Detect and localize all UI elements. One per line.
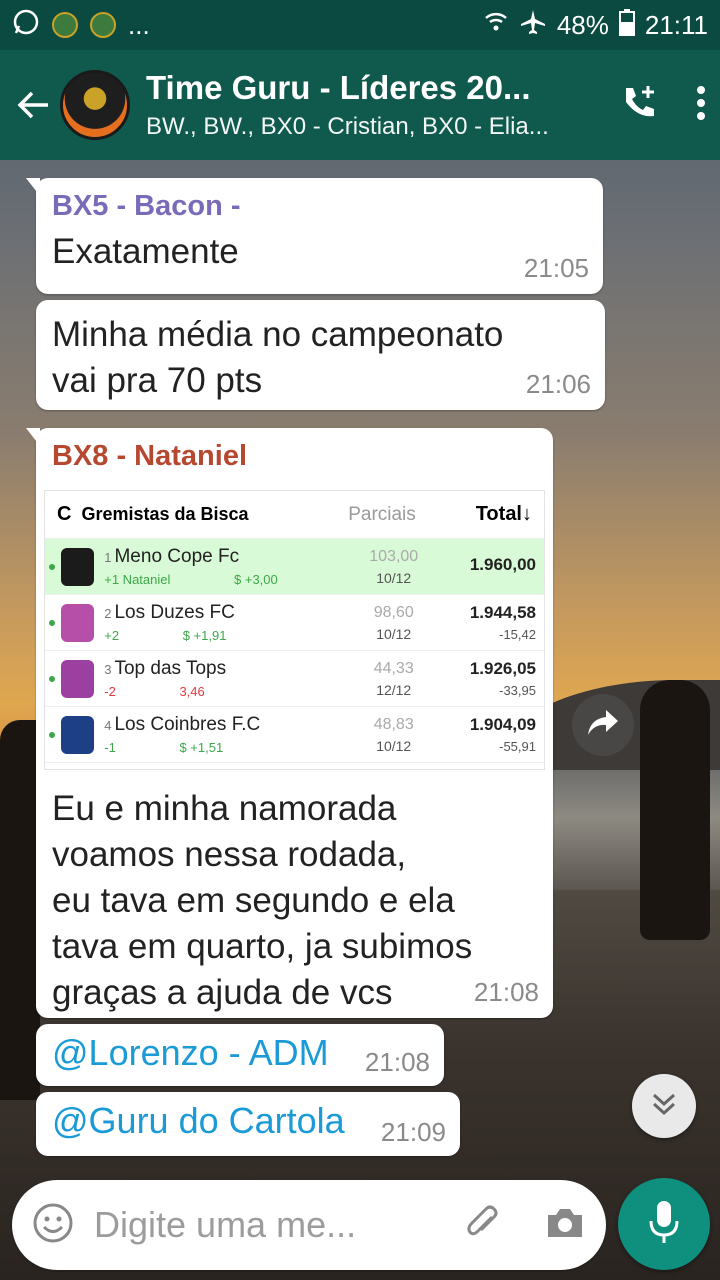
team-shield-icon [60, 659, 95, 698]
team-shield-icon [60, 715, 95, 754]
team-total: 1.904,09 [469, 715, 536, 734]
message-bubble[interactable]: BX5 - Bacon - Exatamente 21:05 [26, 178, 603, 294]
mention-link[interactable]: @Lorenzo - ADM [52, 1032, 329, 1073]
clock: 21:11 [644, 9, 708, 40]
players-played: 10/12 [376, 737, 412, 754]
team-value-delta: $ +1,51 [179, 740, 224, 755]
team-parcial: 98,60 [373, 603, 414, 621]
add-call-icon[interactable] [618, 82, 660, 129]
online-dot [49, 619, 55, 626]
team-parcial: 44,33 [373, 659, 414, 677]
bubble-tail [26, 178, 40, 196]
team-total-delta: -15,42 [499, 627, 536, 642]
status-bar: ... 48% 21:11 [0, 0, 720, 50]
group-avatar[interactable] [60, 70, 130, 140]
message-bubble[interactable]: @Guru do Cartola 21:09 [36, 1092, 460, 1156]
team-total-delta: -33,95 [499, 683, 536, 698]
team-total: 1.944,58 [469, 603, 536, 622]
team-rank: 3 [104, 662, 112, 677]
team-parcial: 103,00 [369, 547, 419, 565]
chat-header: Time Guru - Líderes 20... BW., BW., BX0 … [0, 50, 720, 160]
league-row: 3 Top das Tops -2 3,46 44,33 12/12 1.926,… [45, 651, 544, 707]
silhouette-person-left [0, 720, 40, 1100]
message-time: 21:09 [380, 1117, 446, 1147]
camera-icon[interactable] [544, 1205, 586, 1246]
players-played: 10/12 [376, 569, 412, 586]
online-dot [49, 563, 55, 570]
message-time: 21:06 [525, 369, 591, 399]
team-shield-icon [60, 547, 95, 586]
team-total: 1.926,05 [469, 659, 536, 678]
team-value-delta: 3,46 [179, 684, 205, 699]
forward-button[interactable] [572, 694, 634, 756]
message-time: 21:08 [364, 1047, 430, 1077]
forward-icon [586, 708, 620, 743]
voice-record-button[interactable] [618, 1178, 710, 1270]
col-parciais: Parciais [348, 503, 416, 525]
message-text: Eu e minha namorada voamos nessa rodada,… [52, 789, 473, 1012]
message-bubble[interactable]: Minha média no campeonato vai pra 70 pts… [36, 300, 605, 410]
team-total-delta: -55,91 [499, 739, 536, 754]
league-letter: C [57, 503, 72, 525]
scroll-down-button[interactable] [632, 1074, 696, 1138]
team-badge-icon [90, 12, 116, 38]
team-name: Los Duzes FC [114, 602, 235, 623]
team-rank: 4 [104, 718, 112, 733]
players-played: 12/12 [376, 681, 412, 698]
message-time: 21:08 [473, 977, 539, 1007]
back-arrow-icon[interactable] [14, 85, 54, 125]
team-value-delta: $ +1,91 [182, 628, 227, 643]
attach-icon[interactable] [464, 1203, 504, 1248]
team-owner: +1 Nataniel [104, 572, 171, 587]
team-name: Los Coinbres F.C [114, 714, 261, 735]
silhouette-person-right [640, 680, 710, 940]
team-owner: -2 [104, 684, 116, 699]
chat-participants: BW., BW., BX0 - Cristian, BX0 - Elia... [146, 113, 549, 140]
league-row: 2 Los Duzes FC +2 $ +1,91 98,60 10/12 1.9… [45, 595, 544, 651]
league-table-image[interactable]: C Gremistas da Bisca Parciais Total↓ 1 Me… [44, 490, 545, 770]
team-rank: 1 [104, 550, 112, 565]
emoji-icon[interactable] [32, 1202, 74, 1249]
message-bubble[interactable]: @Lorenzo - ADM 21:08 [36, 1024, 444, 1086]
players-played: 10/12 [376, 625, 412, 642]
whatsapp-icon [12, 8, 40, 43]
online-dot [49, 731, 55, 738]
message-input-bar[interactable]: Digite uma me... [12, 1180, 606, 1270]
battery-icon [618, 8, 635, 43]
team-parcial: 48,83 [373, 715, 414, 733]
chat-title: Time Guru - Líderes 20... [146, 69, 531, 106]
online-dot [49, 675, 55, 682]
col-total: Total↓ [475, 503, 532, 525]
team-total: 1.960,00 [469, 554, 536, 574]
battery-percent: 48% [556, 9, 609, 40]
wifi-icon [483, 9, 509, 42]
league-header: C Gremistas da Bisca Parciais Total↓ [45, 491, 544, 539]
mention-link[interactable]: @Guru do Cartola [52, 1100, 345, 1141]
team-shield-icon [60, 603, 95, 642]
team-rank: 2 [104, 606, 112, 621]
message-sender: BX8 - Nataniel [52, 440, 247, 472]
message-sender: BX5 - Bacon - [52, 190, 241, 222]
more-notifications: ... [128, 9, 150, 40]
team-badge-icon [52, 12, 78, 38]
team-value-delta: $ +3,00 [234, 572, 278, 587]
airplane-icon [519, 8, 547, 43]
team-name: Meno Cope Fc [114, 546, 240, 567]
message-text: Exatamente [52, 232, 239, 271]
more-vert-icon[interactable] [696, 85, 706, 126]
team-name: Top das Tops [114, 658, 227, 679]
team-owner: -1 [104, 740, 116, 755]
league-row: 1 Meno Cope Fc +1 Nataniel $ +3,00 103,00… [45, 539, 544, 595]
message-time: 21:05 [523, 253, 589, 283]
scroll-down-icon [650, 1090, 678, 1123]
chat-title-area[interactable]: Time Guru - Líderes 20... BW., BW., BX0 … [146, 69, 556, 141]
mic-icon [647, 1199, 681, 1250]
message-text: Minha média no campeonato vai pra 70 pts [52, 315, 504, 400]
message-input[interactable]: Digite uma me... [94, 1204, 464, 1246]
league-row: 4 Los Coinbres F.C -1 $ +1,51 48,83 10/12… [45, 707, 544, 763]
league-name: Gremistas da Bisca [81, 504, 249, 524]
bubble-tail [26, 428, 40, 446]
team-owner: +2 [104, 628, 120, 643]
